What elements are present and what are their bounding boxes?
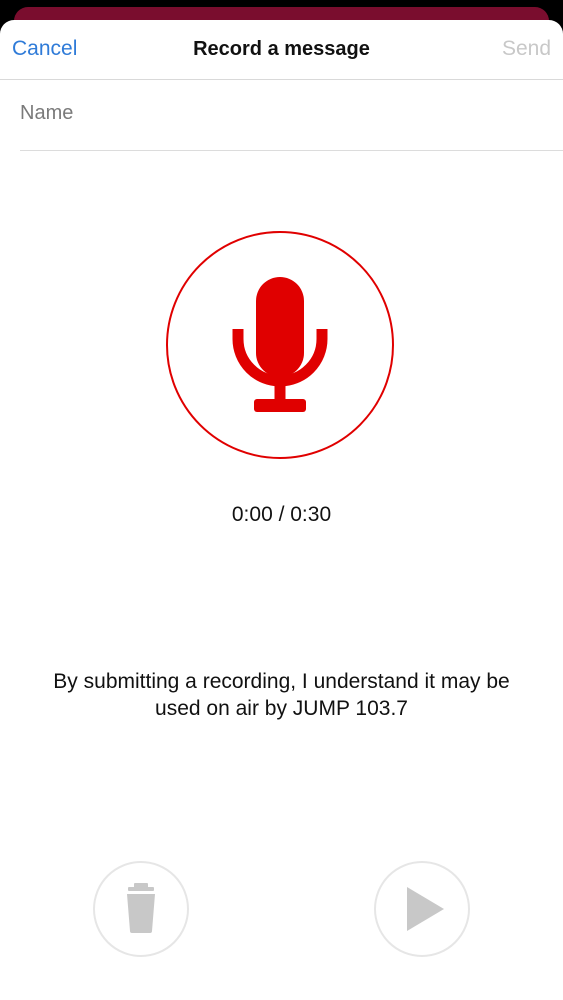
send-button[interactable]: Send bbox=[502, 37, 551, 61]
recording-timer: 0:00 / 0:30 bbox=[231, 503, 332, 526]
microphone-icon bbox=[232, 277, 328, 412]
play-icon bbox=[407, 887, 444, 931]
name-input[interactable] bbox=[20, 98, 540, 128]
name-field bbox=[20, 80, 563, 151]
delete-button[interactable] bbox=[93, 861, 189, 957]
nav-bar: Cancel Record a message Send bbox=[0, 20, 563, 80]
page-title: Record a message bbox=[193, 38, 370, 60]
play-button[interactable] bbox=[374, 861, 470, 957]
record-message-sheet: Cancel Record a message Send 0:00 / 0:30… bbox=[0, 20, 563, 1000]
record-button[interactable] bbox=[166, 231, 394, 459]
disclaimer-text: By submitting a recording, I understand … bbox=[53, 670, 510, 720]
trash-icon bbox=[127, 883, 155, 933]
